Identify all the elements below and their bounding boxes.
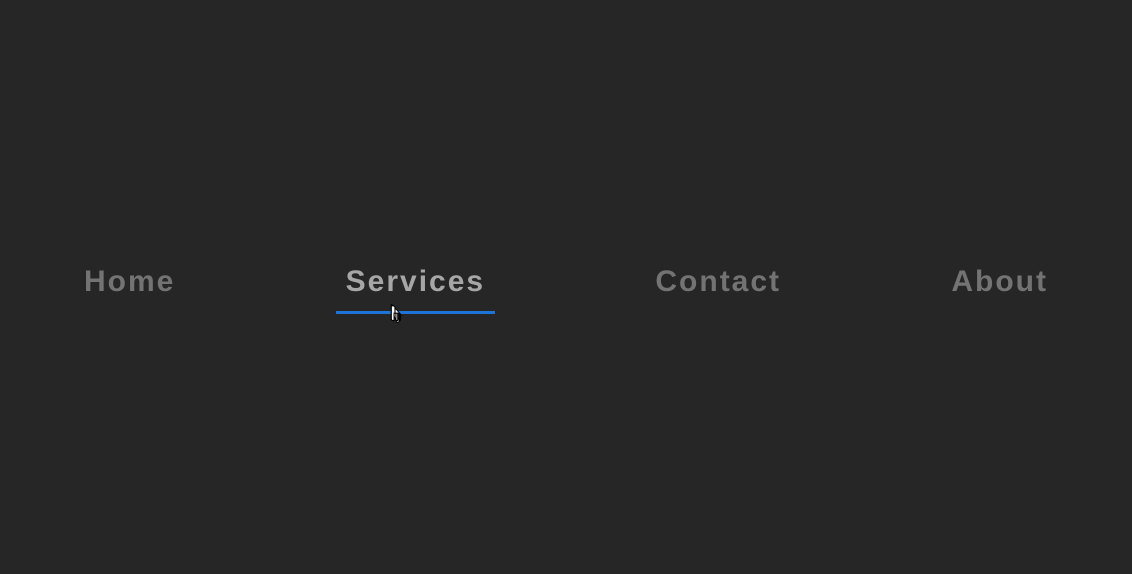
nav-item-home[interactable]: Home bbox=[84, 265, 175, 309]
nav-item-label: Contact bbox=[655, 265, 781, 298]
main-nav: Home Services Contact About bbox=[0, 265, 1132, 309]
nav-item-label: Services bbox=[346, 265, 485, 298]
nav-item-contact[interactable]: Contact bbox=[655, 265, 781, 309]
nav-item-label: About bbox=[951, 265, 1048, 298]
nav-item-about[interactable]: About bbox=[951, 265, 1048, 309]
nav-item-services[interactable]: Services bbox=[346, 265, 485, 309]
nav-item-label: Home bbox=[84, 265, 175, 298]
nav-underline bbox=[336, 311, 495, 314]
